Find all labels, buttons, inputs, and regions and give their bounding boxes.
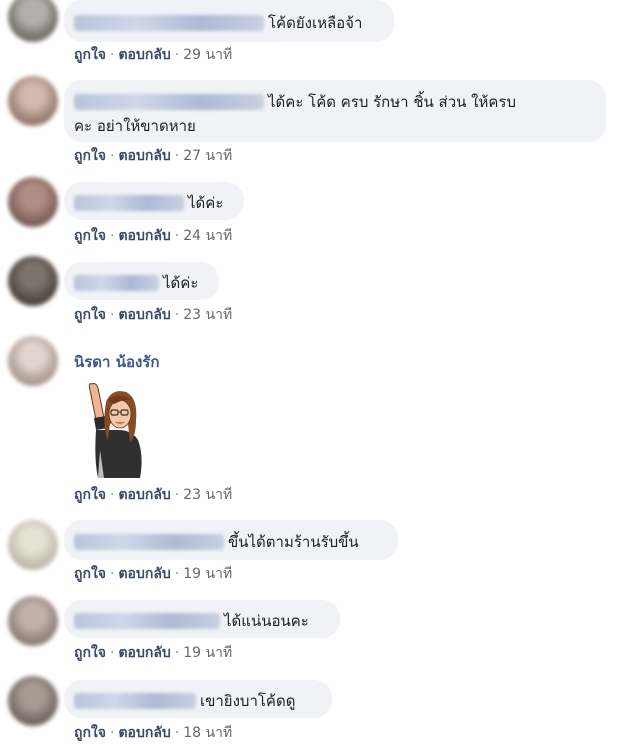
like-link[interactable]: ถูกใจ	[74, 725, 106, 741]
avatar[interactable]	[8, 520, 58, 570]
avatar[interactable]	[8, 0, 58, 42]
avatar[interactable]	[8, 596, 58, 646]
sticker-raised-hand-character	[88, 383, 142, 478]
reply-link[interactable]: ตอบกลับ	[118, 228, 170, 244]
comment-actions: ถูกใจ · ตอบกลับ · 29 นาที	[74, 47, 233, 63]
avatar[interactable]	[8, 256, 58, 306]
author-name[interactable]: นิรดา น้องรัก	[74, 350, 159, 374]
comment-bubble: ขึ้นได้ตามร้านรับขึ้น	[64, 520, 398, 560]
blurred-author-name[interactable]	[74, 534, 224, 550]
comment-bubble: ได้ค่ะ	[64, 182, 244, 220]
comment-text: ได้ค่ะ	[188, 194, 224, 212]
timestamp[interactable]: 29 นาที	[183, 47, 232, 63]
like-link[interactable]: ถูกใจ	[74, 47, 106, 63]
comment-actions: ถูกใจ · ตอบกลับ · 24 นาที	[74, 228, 233, 244]
timestamp[interactable]: 19 นาที	[183, 566, 232, 582]
comment-actions: ถูกใจ · ตอบกลับ · 19 นาที	[74, 566, 233, 582]
like-link[interactable]: ถูกใจ	[74, 148, 106, 164]
reply-link[interactable]: ตอบกลับ	[118, 645, 170, 661]
comment-text: ขึ้นได้ตามร้านรับขึ้น	[228, 533, 359, 551]
avatar[interactable]	[8, 76, 58, 126]
avatar[interactable]	[8, 177, 58, 227]
timestamp[interactable]: 18 นาที	[183, 725, 232, 741]
comment-actions: ถูกใจ · ตอบกลับ · 23 นาที	[74, 487, 233, 503]
comment-text: ได้ค่ะ	[163, 274, 199, 292]
comment-text: เขายิงบาโค้ดดู	[200, 692, 296, 710]
comment-bubble: ได้แน่นอนคะ	[64, 600, 340, 638]
comment-bubble: ได้คะ โค้ด ครบ รักษา ชิ้น ส่วน ให้ครบ คะ…	[64, 80, 606, 142]
reply-link[interactable]: ตอบกลับ	[118, 725, 170, 741]
comment-actions: ถูกใจ · ตอบกลับ · 23 นาที	[74, 307, 233, 323]
blurred-author-name[interactable]	[74, 613, 220, 629]
comment-actions: ถูกใจ · ตอบกลับ · 19 นาที	[74, 645, 233, 661]
comment-bubble: โค้ดยังเหลือจ้า	[64, 0, 394, 42]
reply-link[interactable]: ตอบกลับ	[118, 148, 170, 164]
timestamp[interactable]: 23 นาที	[183, 487, 232, 503]
blurred-author-name[interactable]	[74, 275, 159, 291]
comment-text: โค้ดยังเหลือจ้า	[268, 14, 363, 32]
avatar[interactable]	[8, 336, 58, 386]
comment-bubble: เขายิงบาโค้ดดู	[64, 680, 332, 718]
blurred-author-name[interactable]	[74, 195, 184, 211]
like-link[interactable]: ถูกใจ	[74, 228, 106, 244]
comment-bubble: ได้ค่ะ	[64, 262, 219, 300]
like-link[interactable]: ถูกใจ	[74, 566, 106, 582]
comment-text: ได้แน่นอนคะ	[224, 612, 309, 630]
timestamp[interactable]: 19 นาที	[183, 645, 232, 661]
comment-actions: ถูกใจ · ตอบกลับ · 27 นาที	[74, 148, 233, 164]
reply-link[interactable]: ตอบกลับ	[118, 47, 170, 63]
timestamp[interactable]: 24 นาที	[183, 228, 232, 244]
reply-link[interactable]: ตอบกลับ	[118, 566, 170, 582]
reply-link[interactable]: ตอบกลับ	[118, 307, 170, 323]
timestamp[interactable]: 23 นาที	[183, 307, 232, 323]
like-link[interactable]: ถูกใจ	[74, 307, 106, 323]
reply-link[interactable]: ตอบกลับ	[118, 487, 170, 503]
comment-text-line-2: คะ อย่าให้ขาดหาย	[74, 117, 196, 135]
blurred-author-name[interactable]	[74, 15, 264, 31]
timestamp[interactable]: 27 นาที	[183, 148, 232, 164]
like-link[interactable]: ถูกใจ	[74, 487, 106, 503]
blurred-author-name[interactable]	[74, 693, 196, 709]
comment-text-line-1: ได้คะ โค้ด ครบ รักษา ชิ้น ส่วน ให้ครบ	[268, 93, 516, 111]
blurred-author-name[interactable]	[74, 94, 264, 110]
like-link[interactable]: ถูกใจ	[74, 645, 106, 661]
avatar[interactable]	[8, 676, 58, 726]
